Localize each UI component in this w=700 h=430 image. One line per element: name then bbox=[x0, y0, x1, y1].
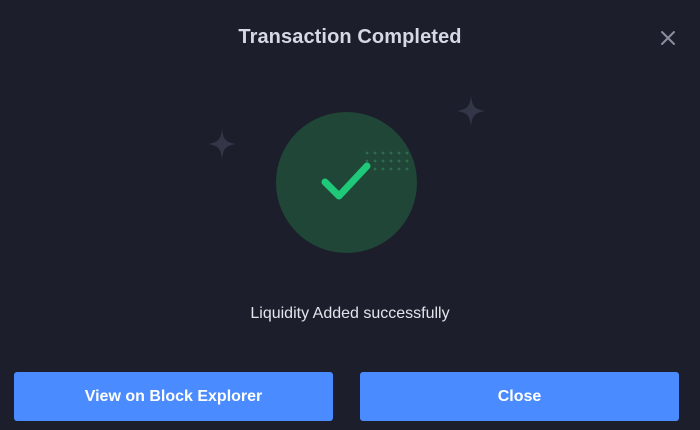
sparkle-icon bbox=[457, 95, 485, 132]
success-status-circle bbox=[276, 112, 417, 253]
transaction-completed-modal: Transaction Completed Liquidity Added su… bbox=[0, 0, 700, 430]
checkmark-icon bbox=[321, 162, 371, 200]
close-button[interactable]: Close bbox=[360, 372, 679, 421]
success-message: Liquidity Added successfully bbox=[250, 305, 450, 322]
sparkle-icon bbox=[208, 128, 236, 165]
view-on-block-explorer-button[interactable]: View on Block Explorer bbox=[14, 372, 333, 421]
close-icon[interactable] bbox=[658, 28, 678, 48]
dot-pattern-decoration bbox=[365, 151, 409, 171]
modal-title: Transaction Completed bbox=[238, 26, 462, 48]
